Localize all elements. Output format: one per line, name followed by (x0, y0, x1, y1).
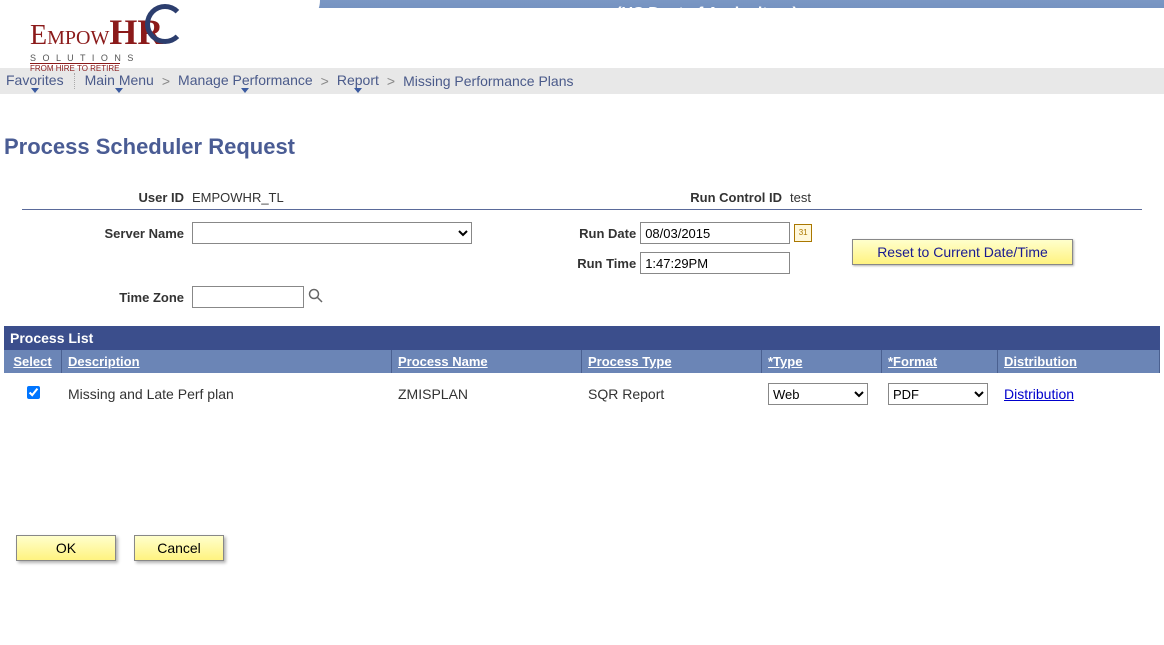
col-header-process-type[interactable]: Process Type (582, 350, 762, 373)
logo-tagline: FROM HIRE TO RETIRE (30, 63, 120, 73)
col-header-select[interactable]: Select (4, 350, 62, 373)
user-id-label: User ID (24, 190, 184, 205)
run-date-input[interactable] (640, 222, 790, 244)
reset-date-time-button[interactable]: Reset to Current Date/Time (852, 239, 1073, 265)
breadcrumb-sep: > (162, 73, 170, 89)
run-control-id-label: Run Control ID (582, 190, 782, 205)
run-date-label: Run Date (526, 226, 636, 241)
distribution-link[interactable]: Distribution (1004, 386, 1074, 402)
calendar-icon[interactable]: 31 (794, 224, 812, 242)
lookup-icon[interactable] (308, 288, 324, 307)
col-header-description[interactable]: Description (62, 350, 392, 373)
row-process-type: SQR Report (582, 384, 762, 404)
logo-solutions: S O L U T I O N S (30, 53, 135, 63)
logo-empow: Empow (30, 20, 109, 52)
run-control-id-value: test (790, 190, 811, 205)
col-header-type[interactable]: *Type (762, 350, 882, 373)
breadcrumb-sep: > (387, 73, 395, 89)
cancel-button[interactable]: Cancel (134, 535, 224, 561)
time-zone-input[interactable] (192, 286, 304, 308)
page-title: Process Scheduler Request (4, 134, 1160, 160)
breadcrumb-report[interactable]: Report (337, 72, 379, 90)
breadcrumb-manage-performance[interactable]: Manage Performance (178, 72, 313, 90)
run-time-label: Run Time (526, 256, 636, 271)
breadcrumb-favorites[interactable]: Favorites (6, 72, 64, 90)
row-format-select[interactable]: PDF (888, 383, 988, 405)
logo-area: EmpowHR S O L U T I O N S FROM HIRE TO R… (0, 8, 1164, 68)
run-time-input[interactable] (640, 252, 790, 274)
time-zone-label: Time Zone (24, 290, 184, 305)
server-name-select[interactable] (192, 222, 472, 244)
table-row: Missing and Late Perf plan ZMISPLAN SQR … (4, 373, 1160, 415)
breadcrumb-sep: > (321, 73, 329, 89)
col-header-process-name[interactable]: Process Name (392, 350, 582, 373)
form-divider (22, 209, 1142, 210)
process-list-headers: Select Description Process Name Process … (4, 350, 1160, 373)
breadcrumb-divider (74, 73, 75, 89)
process-list-caption: Process List (4, 326, 1160, 350)
col-header-format[interactable]: *Format (882, 350, 998, 373)
row-type-select[interactable]: Web (768, 383, 868, 405)
breadcrumb-main-menu[interactable]: Main Menu (85, 72, 154, 90)
row-select-checkbox[interactable] (27, 386, 40, 399)
row-process-name: ZMISPLAN (392, 384, 582, 404)
breadcrumb-missing-performance-plans[interactable]: Missing Performance Plans (403, 73, 573, 89)
server-name-label: Server Name (24, 226, 184, 241)
logo-ring-icon (145, 4, 185, 44)
ok-button[interactable]: OK (16, 535, 116, 561)
row-description: Missing and Late Perf plan (62, 384, 392, 404)
col-header-distribution[interactable]: Distribution (998, 350, 1160, 373)
user-id-value: EMPOWHR_TL (192, 190, 284, 205)
logo: EmpowHR S O L U T I O N S FROM HIRE TO R… (30, 4, 185, 73)
